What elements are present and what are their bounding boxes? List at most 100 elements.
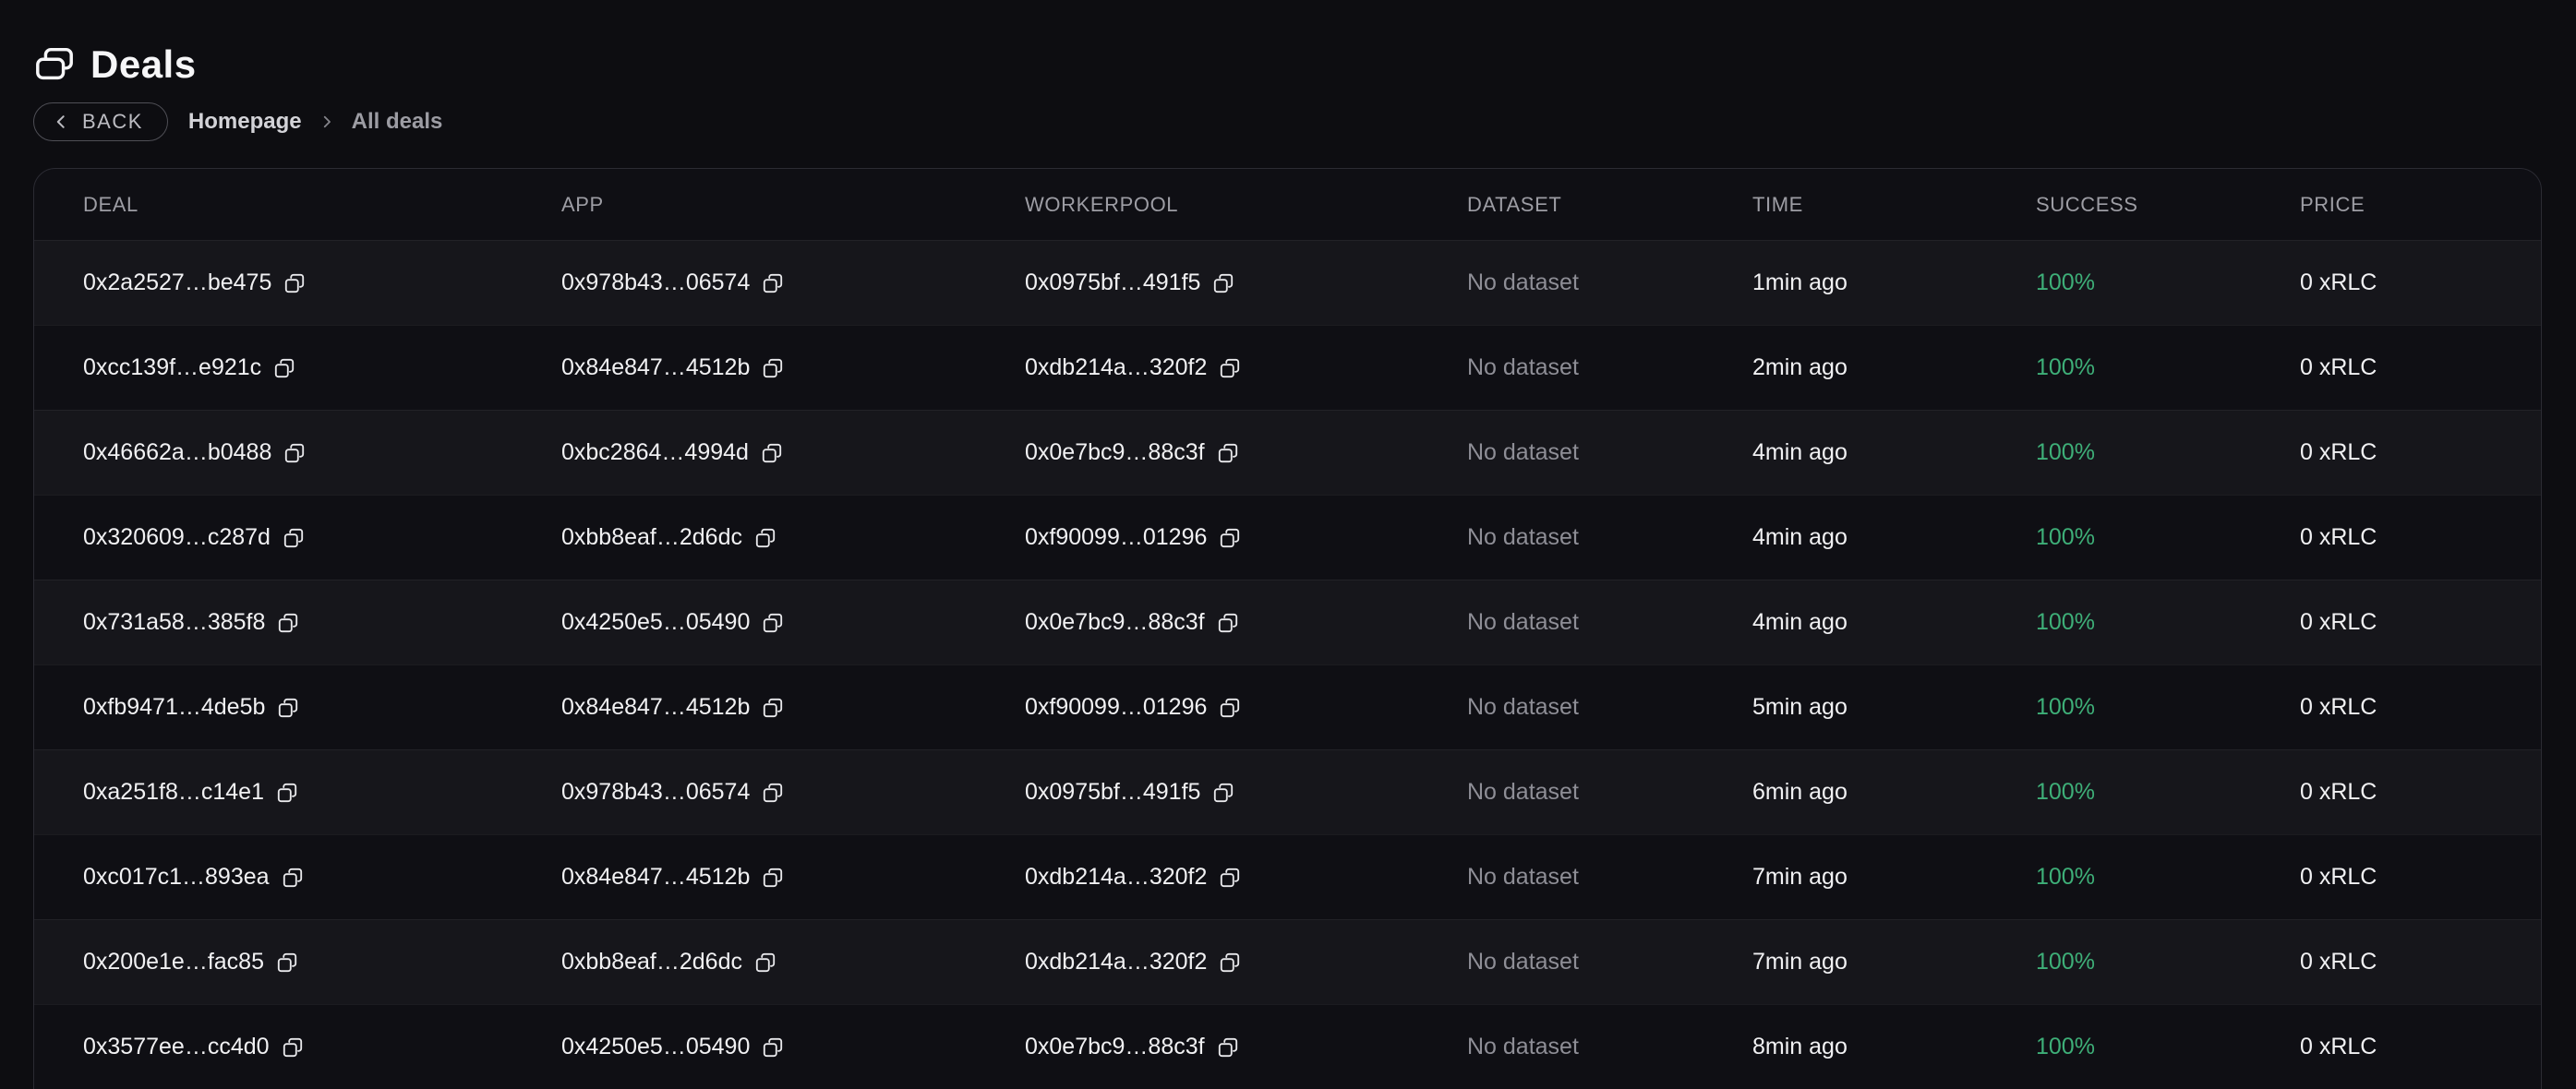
dataset-cell: No dataset <box>1467 269 1752 296</box>
copy-deal-button[interactable] <box>281 1035 305 1059</box>
copy-icon <box>761 271 785 295</box>
time-cell: 4min ago <box>1752 524 2036 551</box>
breadcrumb-homepage[interactable]: Homepage <box>188 109 302 135</box>
app-hash-link[interactable]: 0x978b43…06574 <box>561 779 750 806</box>
table-row[interactable]: 0xa251f8…c14e1 0x978b43…06574 0x0975bf…4… <box>34 749 2541 834</box>
deal-hash-link[interactable]: 0x200e1e…fac85 <box>83 949 264 975</box>
table-row[interactable]: 0xc017c1…893ea 0x84e847…4512b 0xdb214a…3… <box>34 834 2541 919</box>
deal-hash-link[interactable]: 0x731a58…385f8 <box>83 609 265 636</box>
copy-app-button[interactable] <box>753 951 777 975</box>
deal-hash-link[interactable]: 0xcc139f…e921c <box>83 354 261 381</box>
table-row[interactable]: 0xcc139f…e921c 0x84e847…4512b 0xdb214a…3… <box>34 325 2541 410</box>
app-hash-link[interactable]: 0x978b43…06574 <box>561 269 750 296</box>
copy-icon <box>283 271 307 295</box>
workerpool-cell: 0x0975bf…491f5 <box>1025 779 1467 806</box>
deal-hash-link[interactable]: 0x46662a…b0488 <box>83 439 271 466</box>
time-cell: 2min ago <box>1752 354 2036 381</box>
workerpool-hash-link[interactable]: 0xf90099…01296 <box>1025 694 1207 721</box>
table-row[interactable]: 0x2a2527…be475 0x978b43…06574 0x0975bf…4… <box>34 240 2541 325</box>
copy-icon <box>281 866 305 890</box>
deal-hash-link[interactable]: 0xa251f8…c14e1 <box>83 779 264 806</box>
workerpool-cell: 0xdb214a…320f2 <box>1025 354 1467 381</box>
copy-app-button[interactable] <box>753 526 777 550</box>
app-hash-link[interactable]: 0x84e847…4512b <box>561 864 750 891</box>
workerpool-cell: 0x0975bf…491f5 <box>1025 269 1467 296</box>
success-cell: 100% <box>2036 524 2300 551</box>
back-button[interactable]: BACK <box>33 102 168 141</box>
success-cell: 100% <box>2036 694 2300 721</box>
copy-app-button[interactable] <box>760 441 784 465</box>
deal-hash-link[interactable]: 0x3577ee…cc4d0 <box>83 1034 270 1060</box>
copy-workerpool-button[interactable] <box>1216 1035 1240 1059</box>
copy-deal-button[interactable] <box>276 611 300 635</box>
column-header: DEAL <box>83 193 561 217</box>
success-cell: 100% <box>2036 269 2300 296</box>
copy-deal-button[interactable] <box>281 866 305 890</box>
copy-app-button[interactable] <box>761 781 785 805</box>
copy-icon <box>281 1035 305 1059</box>
copy-icon <box>1211 781 1235 805</box>
table-row[interactable]: 0x200e1e…fac85 0xbb8eaf…2d6dc 0xdb214a…3… <box>34 919 2541 1004</box>
copy-app-button[interactable] <box>761 611 785 635</box>
table-row[interactable]: 0x3577ee…cc4d0 0x4250e5…05490 0x0e7bc9…8… <box>34 1004 2541 1089</box>
time-cell: 6min ago <box>1752 779 2036 806</box>
copy-icon <box>761 356 785 380</box>
copy-workerpool-button[interactable] <box>1216 611 1240 635</box>
workerpool-hash-link[interactable]: 0x0975bf…491f5 <box>1025 269 1200 296</box>
copy-workerpool-button[interactable] <box>1218 356 1242 380</box>
copy-app-button[interactable] <box>761 696 785 720</box>
copy-workerpool-button[interactable] <box>1218 951 1242 975</box>
copy-icon <box>1218 951 1242 975</box>
workerpool-cell: 0xdb214a…320f2 <box>1025 949 1467 975</box>
copy-app-button[interactable] <box>761 356 785 380</box>
copy-workerpool-button[interactable] <box>1216 441 1240 465</box>
workerpool-hash-link[interactable]: 0x0e7bc9…88c3f <box>1025 1034 1205 1060</box>
app-hash-link[interactable]: 0x84e847…4512b <box>561 694 750 721</box>
copy-app-button[interactable] <box>761 271 785 295</box>
app-hash-link[interactable]: 0xbb8eaf…2d6dc <box>561 949 742 975</box>
copy-app-button[interactable] <box>761 866 785 890</box>
chevron-right-icon <box>319 114 335 130</box>
app-hash-link[interactable]: 0x4250e5…05490 <box>561 1034 750 1060</box>
table-row[interactable]: 0x320609…c287d 0xbb8eaf…2d6dc 0xf90099…0… <box>34 495 2541 580</box>
dataset-cell: No dataset <box>1467 694 1752 721</box>
table-row[interactable]: 0xfb9471…4de5b 0x84e847…4512b 0xf90099…0… <box>34 664 2541 749</box>
workerpool-hash-link[interactable]: 0xf90099…01296 <box>1025 524 1207 551</box>
copy-deal-button[interactable] <box>283 441 307 465</box>
time-cell: 8min ago <box>1752 1034 2036 1060</box>
copy-workerpool-button[interactable] <box>1211 781 1235 805</box>
deals-page: Deals BACK Homepage All deals DEALAPPWOR… <box>0 0 2576 1089</box>
deal-hash-link[interactable]: 0xfb9471…4de5b <box>83 694 265 721</box>
copy-icon <box>761 866 785 890</box>
copy-deal-button[interactable] <box>275 951 299 975</box>
copy-workerpool-button[interactable] <box>1218 526 1242 550</box>
dataset-cell: No dataset <box>1467 609 1752 636</box>
copy-workerpool-button[interactable] <box>1211 271 1235 295</box>
copy-deal-button[interactable] <box>283 271 307 295</box>
copy-app-button[interactable] <box>761 1035 785 1059</box>
copy-workerpool-button[interactable] <box>1218 696 1242 720</box>
workerpool-hash-link[interactable]: 0xdb214a…320f2 <box>1025 354 1207 381</box>
workerpool-hash-link[interactable]: 0x0e7bc9…88c3f <box>1025 439 1205 466</box>
workerpool-hash-link[interactable]: 0x0e7bc9…88c3f <box>1025 609 1205 636</box>
copy-workerpool-button[interactable] <box>1218 866 1242 890</box>
table-row[interactable]: 0x731a58…385f8 0x4250e5…05490 0x0e7bc9…8… <box>34 580 2541 664</box>
workerpool-hash-link[interactable]: 0xdb214a…320f2 <box>1025 864 1207 891</box>
table-row[interactable]: 0x46662a…b0488 0xbc2864…4994d 0x0e7bc9…8… <box>34 410 2541 495</box>
copy-deal-button[interactable] <box>275 781 299 805</box>
copy-deal-button[interactable] <box>272 356 296 380</box>
copy-deal-button[interactable] <box>276 696 300 720</box>
deal-hash-link[interactable]: 0xc017c1…893ea <box>83 864 270 891</box>
price-cell: 0 xRLC <box>2300 609 2541 636</box>
app-hash-link[interactable]: 0x4250e5…05490 <box>561 609 750 636</box>
copy-deal-button[interactable] <box>282 526 306 550</box>
app-hash-link[interactable]: 0x84e847…4512b <box>561 354 750 381</box>
app-hash-link[interactable]: 0xbc2864…4994d <box>561 439 749 466</box>
app-hash-link[interactable]: 0xbb8eaf…2d6dc <box>561 524 742 551</box>
workerpool-hash-link[interactable]: 0x0975bf…491f5 <box>1025 779 1200 806</box>
workerpool-hash-link[interactable]: 0xdb214a…320f2 <box>1025 949 1207 975</box>
copy-icon <box>1218 866 1242 890</box>
deal-hash-link[interactable]: 0x320609…c287d <box>83 524 271 551</box>
deal-hash-link[interactable]: 0x2a2527…be475 <box>83 269 271 296</box>
time-cell: 7min ago <box>1752 949 2036 975</box>
